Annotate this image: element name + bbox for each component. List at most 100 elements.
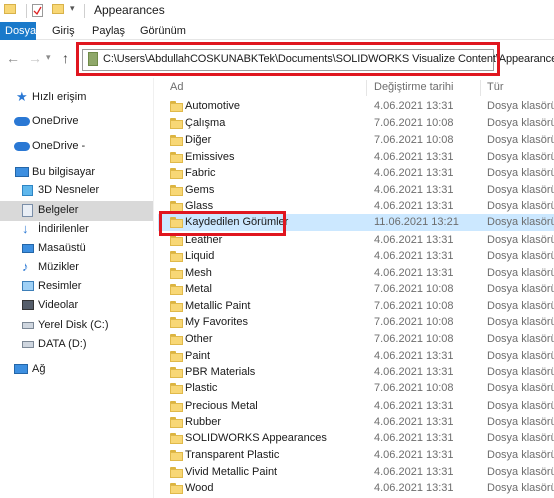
column-divider[interactable] [480,80,481,96]
up-arrow-icon[interactable]: ↑ [62,50,69,66]
tab-giris[interactable]: Giriş [46,22,81,40]
list-item[interactable]: Çalışma 7.06.2021 10:08 Dosya klasörü [158,115,554,132]
file-name: Gems [185,184,215,196]
list-item[interactable]: Mesh 4.06.2021 13:31 Dosya klasörü [158,265,554,282]
pane-divider [153,78,154,498]
file-type: Dosya klasörü [487,482,554,494]
file-name: PBR Materials [185,366,256,378]
list-item[interactable]: Fabric 4.06.2021 13:31 Dosya klasörü [158,165,554,182]
list-item[interactable]: Metal 7.06.2021 10:08 Dosya klasörü [158,281,554,298]
title-bar: ▾ Appearances [0,0,554,22]
sidebar-item-data-d[interactable]: DATA (D:) [0,335,153,355]
file-name: Liquid [185,250,215,262]
sidebar-item-network[interactable]: Ağ [0,360,153,380]
tab-paylas[interactable]: Paylaş [86,22,131,40]
file-date: 4.06.2021 13:31 [374,482,454,494]
folder-icon [170,168,183,179]
list-item[interactable]: Wood 4.06.2021 13:31 Dosya klasörü [158,480,554,497]
file-type: Dosya klasörü [487,184,554,196]
list-item[interactable]: SOLIDWORKS Appearances 4.06.2021 13:31 Dos… [158,430,554,447]
forward-arrow-icon[interactable]: → [28,50,42,66]
properties-icon[interactable] [32,4,43,17]
list-item[interactable]: Transparent Plastic 4.06.2021 13:31 Dosya … [158,447,554,464]
sidebar-item-this-pc[interactable]: Bu bilgisayar [0,163,153,183]
file-date: 4.06.2021 13:31 [374,234,454,246]
list-item[interactable]: Plastic 7.06.2021 10:08 Dosya klasörü [158,380,554,397]
sidebar-item-desktop[interactable]: Masaüstü [0,239,153,259]
folder-icon [170,467,183,478]
sidebar-item-quick-access[interactable]: ★ Hızlı erişim [0,88,153,108]
list-item[interactable]: PBR Materials 4.06.2021 13:31 Dosya klasör… [158,364,554,381]
sidebar-item-documents[interactable]: Belgeler [0,201,153,221]
toolbar-divider [26,4,27,18]
file-name: Automotive [185,100,241,112]
sidebar-label: Belgeler [38,204,79,216]
tab-dosya[interactable]: Dosya [0,22,36,40]
list-item[interactable]: Metallic Paint 7.06.2021 10:08 Dosya klasö… [158,298,554,315]
file-type: Dosya klasörü [487,100,554,112]
sidebar-label: Yerel Disk (C:) [38,319,109,331]
sidebar-item-pictures[interactable]: Resimler [0,277,153,297]
sidebar-item-local-disk-c[interactable]: Yerel Disk (C:) [0,316,153,336]
file-type: Dosya klasörü [487,250,554,262]
sidebar-item-music[interactable]: ♪ Müzikler [0,258,153,278]
list-item[interactable]: Diğer 7.06.2021 10:08 Dosya klasörü [158,132,554,149]
column-header-type[interactable]: Tür [487,81,504,93]
list-item[interactable]: Gems 4.06.2021 13:31 Dosya klasörü [158,182,554,199]
file-date: 7.06.2021 10:08 [374,316,454,328]
list-item[interactable]: Vivid Metallic Paint 4.06.2021 13:31 Dosya… [158,464,554,481]
sidebar-item-downloads[interactable]: ↓ İndirilenler [0,220,153,240]
desktop-icon [22,244,34,253]
chevron-down-icon[interactable]: ▾ [70,3,75,14]
file-name: Fabric [185,167,216,179]
recent-chevron-icon[interactable]: ▾ [46,52,51,63]
file-type: Dosya klasörü [487,167,554,179]
file-name: Paint [185,350,211,362]
sidebar-label: OneDrive [32,115,79,127]
folder-icon [170,433,183,444]
sidebar-item-videos[interactable]: Videolar [0,296,153,316]
column-header-name[interactable]: Ad [170,81,183,93]
cloud-icon [14,142,30,151]
file-name: Emissives [185,151,235,163]
sidebar-item-onedrive-business[interactable]: OneDrive - [0,137,153,157]
file-name: SOLIDWORKS Appearances [185,432,327,444]
back-arrow-icon[interactable]: ← [6,50,20,66]
pictures-icon [22,281,34,291]
file-type: Dosya klasörü [487,400,554,412]
sidebar-item-3d-objects[interactable]: 3D Nesneler [0,181,153,201]
file-date: 7.06.2021 10:08 [374,300,454,312]
list-item[interactable]: Automotive 4.06.2021 13:31 Dosya klasörü [158,98,554,115]
folder-icon [170,317,183,328]
tab-gorunum[interactable]: Görünüm [134,22,192,40]
file-type: Dosya klasörü [487,432,554,444]
star-icon: ★ [16,89,28,104]
folder-icon[interactable] [4,4,16,14]
file-name: Wood [185,482,214,494]
file-name: Diğer [185,134,212,146]
new-folder-icon[interactable] [52,4,64,14]
video-icon [22,300,34,310]
list-item[interactable]: My Favorites 7.06.2021 10:08 Dosya klasörü [158,314,554,331]
list-item[interactable]: Other 7.06.2021 10:08 Dosya klasörü [158,331,554,348]
sidebar-item-onedrive[interactable]: OneDrive [0,112,153,132]
folder-icon [170,185,183,196]
column-header-date[interactable]: Değiştirme tarihi [374,81,453,93]
file-type: Dosya klasörü [487,134,554,146]
list-item[interactable]: Rubber 4.06.2021 13:31 Dosya klasörü [158,414,554,431]
file-name: Metallic Paint [185,300,251,312]
network-icon [14,364,28,374]
folder-icon [170,450,183,461]
list-item[interactable]: Precious Metal 4.06.2021 13:31 Dosya klasö… [158,398,554,415]
list-item[interactable]: Liquid 4.06.2021 13:31 Dosya klasörü [158,248,554,265]
column-divider[interactable] [366,80,367,96]
file-date: 4.06.2021 13:31 [374,350,454,362]
computer-icon [15,167,29,177]
file-type: Dosya klasörü [487,466,554,478]
sidebar-label: Ağ [32,363,46,375]
file-type: Dosya klasörü [487,200,554,212]
folder-icon [170,251,183,262]
download-icon: ↓ [22,221,29,236]
list-item[interactable]: Emissives 4.06.2021 13:31 Dosya klasörü [158,149,554,166]
list-item[interactable]: Paint 4.06.2021 13:31 Dosya klasörü [158,348,554,365]
